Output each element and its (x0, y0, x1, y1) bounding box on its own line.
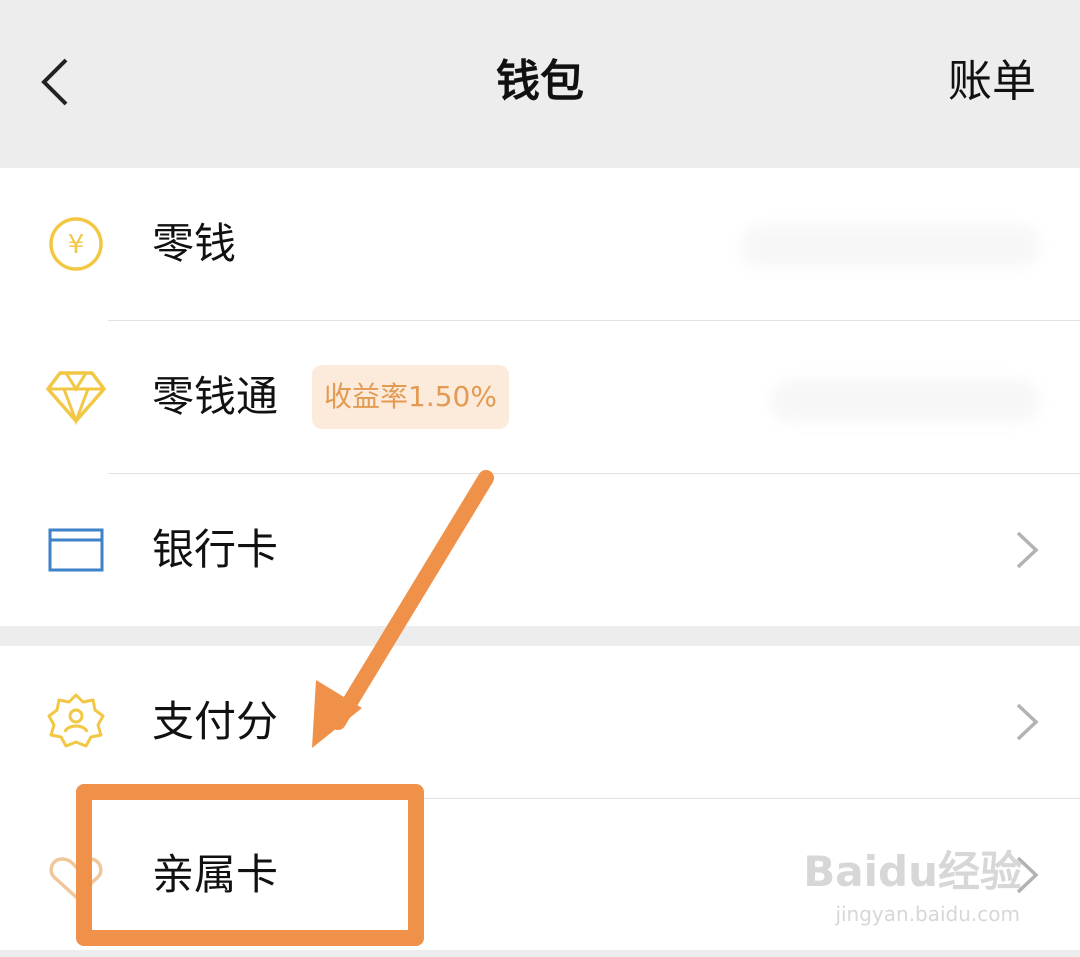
bank-card-icon (46, 520, 106, 580)
wallet-group-1: ¥ 零钱 零钱通 收益率1.50% 银行卡 (0, 168, 1080, 626)
svg-text:¥: ¥ (68, 230, 85, 260)
list-item-balance[interactable]: ¥ 零钱 (0, 168, 1080, 321)
list-item-pay-score[interactable]: 支付分 (0, 646, 1080, 799)
blurred-amount (740, 224, 1040, 268)
chevron-right-icon (1016, 703, 1039, 741)
watermark-url: jingyan.baidu.com (835, 902, 1020, 926)
list-item-label: 银行卡 (152, 525, 279, 574)
list-item-label: 零钱通 (152, 372, 279, 421)
list-item-bank-card[interactable]: 银行卡 (0, 474, 1080, 626)
top-bar: 钱包 账单 (0, 0, 1080, 168)
chevron-right-icon (1016, 531, 1039, 569)
list-item-label: 亲属卡 (152, 850, 279, 899)
family-card-icon (46, 845, 106, 905)
list-item-lingqiantong[interactable]: 零钱通 收益率1.50% (0, 321, 1080, 474)
pay-score-badge-icon (46, 692, 106, 752)
page-title: 钱包 (496, 56, 584, 107)
yen-coin-icon: ¥ (46, 214, 106, 274)
diamond-icon (46, 367, 106, 427)
blurred-amount (770, 379, 1040, 423)
bill-button[interactable]: 账单 (948, 52, 1036, 112)
watermark-logo: Baidu经验 (803, 847, 1022, 896)
yield-rate-badge: 收益率1.50% (312, 365, 509, 429)
list-item-label: 支付分 (152, 697, 279, 746)
list-item-label: 零钱 (152, 219, 237, 268)
